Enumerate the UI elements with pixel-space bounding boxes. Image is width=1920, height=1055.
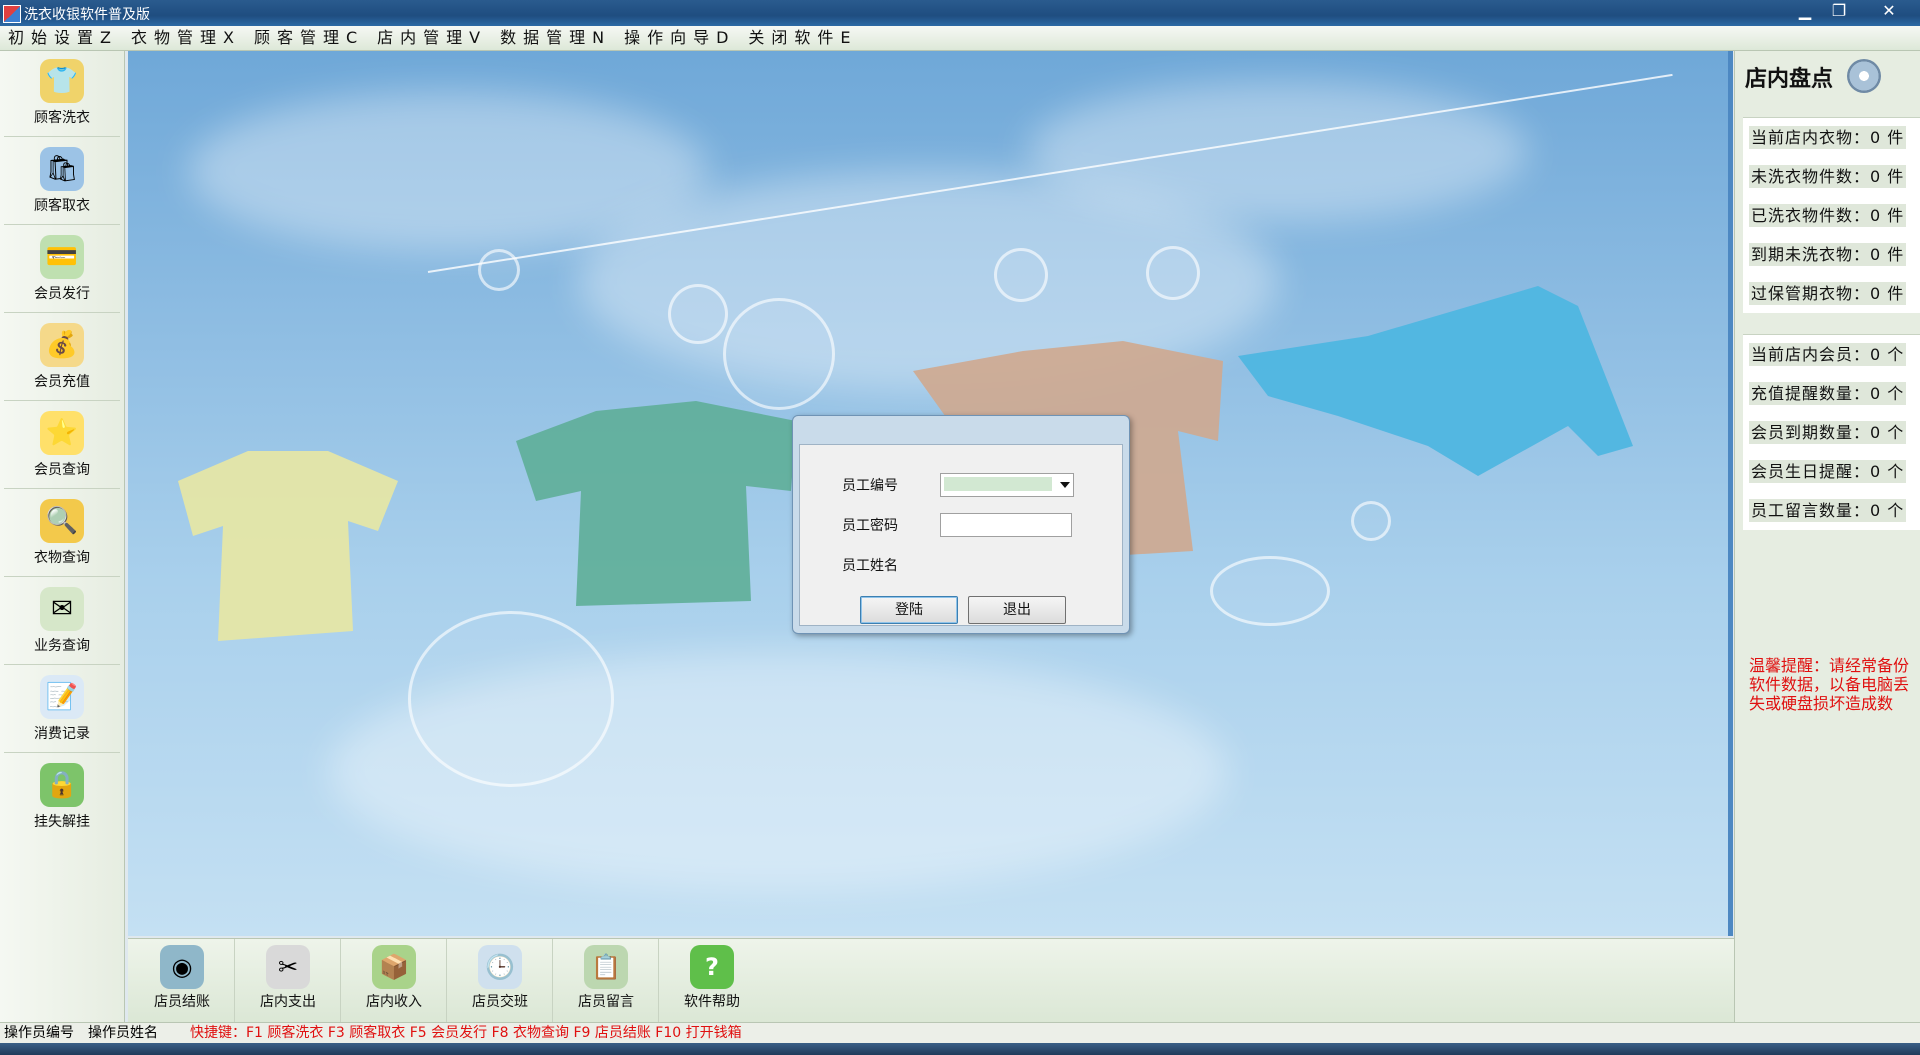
sidebar-item-label: 顾客洗衣 (34, 110, 90, 126)
disc-icon (1847, 59, 1881, 93)
toolbar-shift-handover[interactable]: 🕒 店员交班 (448, 939, 553, 1023)
menu-customer-management[interactable]: 顾客管理C (246, 26, 369, 50)
employee-id-label: 员工编号 (842, 478, 898, 494)
sidebar-item-member-issue[interactable]: 💳 会员发行 (4, 227, 120, 313)
sidebar-item-customer-wash[interactable]: 👕 顾客洗衣 (4, 51, 120, 137)
login-dialog: 员工编号 员工密码 员工姓名 登陆 退出 (792, 415, 1130, 634)
title-bar: 洗衣收银软件普及版 ▁ ❐ ✕ (0, 0, 1920, 26)
lock-icon: 🔒 (40, 763, 84, 807)
chevron-down-icon[interactable] (1060, 482, 1070, 488)
stat-current-clothes: 当前店内衣物：0 件 (1749, 126, 1907, 149)
stat-over-storage: 过保管期衣物：0 件 (1749, 282, 1907, 305)
login-button[interactable]: 登陆 (860, 596, 958, 624)
toolbar-software-help[interactable]: ? 软件帮助 (660, 939, 764, 1023)
left-sidebar: 👕 顾客洗衣 🛍 顾客取衣 💳 会员发行 💰 会员充值 ⭐ 会员查询 🔍 衣物查… (0, 51, 125, 1022)
operator-name-label: 操作员姓名 (88, 1025, 158, 1041)
toolbar-item-label: 店内收入 (366, 994, 422, 1010)
sidebar-item-report-loss[interactable]: 🔒 挂失解挂 (4, 755, 120, 840)
help-icon: ? (690, 945, 734, 989)
menu-operation-wizard[interactable]: 操作向导D (616, 26, 740, 50)
shortcut-hints: 快捷键：F1 顾客洗衣 F3 顾客取衣 F5 会员发行 F8 衣物查询 F9 店… (190, 1025, 742, 1041)
yellow-shirt-image (178, 451, 398, 641)
backup-reminder: 温馨提醒：请经常备份软件数据，以备电脑丢失或硬盘损坏造成数 (1749, 656, 1910, 713)
stat-washed-clothes: 已洗衣物件数：0 件 (1749, 204, 1907, 227)
sidebar-item-label: 会员充值 (34, 374, 90, 390)
stat-member-expiry: 会员到期数量：0 个 (1749, 421, 1907, 444)
sidebar-item-label: 衣物查询 (34, 550, 90, 566)
notebook-icon: 📝 (40, 675, 84, 719)
toolbar-item-label: 店员交班 (472, 994, 528, 1010)
taskbar (0, 1043, 1920, 1055)
sidebar-item-label: 顾客取衣 (34, 198, 90, 214)
stat-staff-messages: 员工留言数量：0 个 (1749, 499, 1907, 522)
star-icon: ⭐ (40, 411, 84, 455)
sidebar-item-label: 消费记录 (34, 726, 90, 742)
exit-button[interactable]: 退出 (968, 596, 1066, 624)
stat-unwashed-clothes: 未洗衣物件数：0 件 (1749, 165, 1907, 188)
menu-clothes-management[interactable]: 衣物管理X (123, 26, 246, 50)
toolbar-item-label: 店员留言 (578, 994, 634, 1010)
employee-name-label: 员工姓名 (842, 558, 898, 574)
employee-id-value (944, 477, 1052, 491)
menu-bar: 初始设置Z 衣物管理X 顾客管理C 店内管理V 数据管理N 操作向导D 关闭软件E (0, 26, 1920, 51)
sidebar-item-customer-pickup[interactable]: 🛍 顾客取衣 (4, 139, 120, 225)
menu-initial-settings[interactable]: 初始设置Z (0, 26, 123, 50)
envelope-icon: ✉ (40, 587, 84, 631)
magnifier-icon: 🔍 (40, 499, 84, 543)
minimize-button[interactable]: ▁ (1788, 0, 1822, 22)
coins-icon: 💰 (40, 323, 84, 367)
sidebar-item-business-query[interactable]: ✉ 业务查询 (4, 579, 120, 665)
stat-current-members: 当前店内会员：0 个 (1749, 343, 1907, 366)
toolbar-store-expense[interactable]: ✂ 店内支出 (236, 939, 341, 1023)
toolbar-clerk-checkout[interactable]: ◉ 店员结账 (130, 939, 235, 1023)
sidebar-item-member-query[interactable]: ⭐ 会员查询 (4, 403, 120, 489)
toolbar-item-label: 软件帮助 (684, 994, 740, 1010)
toolbar-item-label: 店内支出 (260, 994, 316, 1010)
operator-id-label: 操作员编号 (4, 1025, 74, 1041)
status-bar: 操作员编号 操作员姓名 快捷键：F1 顾客洗衣 F3 顾客取衣 F5 会员发行 … (0, 1022, 1920, 1043)
menu-store-management[interactable]: 店内管理V (369, 26, 492, 50)
toolbar-clerk-message[interactable]: 📋 店员留言 (554, 939, 659, 1023)
clock-icon: 🕒 (478, 945, 522, 989)
sidebar-item-label: 挂失解挂 (34, 814, 90, 830)
sidebar-item-label: 业务查询 (34, 638, 90, 654)
window-title: 洗衣收银软件普及版 (24, 7, 150, 23)
employee-password-input[interactable] (940, 513, 1072, 537)
stat-recharge-reminders: 充值提醒数量：0 个 (1749, 382, 1907, 405)
card-icon: 💳 (40, 235, 84, 279)
employee-id-combobox[interactable] (940, 473, 1074, 497)
menu-close-software[interactable]: 关闭软件E (740, 26, 862, 50)
clothes-stats-list: 当前店内衣物：0 件 未洗衣物件数：0 件 已洗衣物件数：0 件 到期未洗衣物：… (1743, 117, 1920, 313)
maximize-button[interactable]: ❐ (1822, 0, 1856, 22)
sidebar-item-label: 会员查询 (34, 462, 90, 478)
shirt-icon: 👕 (40, 59, 84, 103)
toolbar-store-income[interactable]: 📦 店内收入 (342, 939, 447, 1023)
bag-icon: 🛍 (40, 147, 84, 191)
green-shirt-image (516, 401, 796, 606)
memo-icon: 📋 (584, 945, 628, 989)
box-icon: 📦 (372, 945, 416, 989)
bottom-toolbar: ◉ 店员结账 ✂ 店内支出 📦 店内收入 🕒 店员交班 📋 店员留言 ? 软件帮… (128, 938, 1734, 1023)
blue-shirt-image (1238, 286, 1633, 476)
sidebar-item-label: 会员发行 (34, 286, 90, 302)
inventory-panel: 店内盘点 当前店内衣物：0 件 未洗衣物件数：0 件 已洗衣物件数：0 件 到期… (1734, 51, 1920, 1022)
menu-data-management[interactable]: 数据管理N (492, 26, 616, 50)
scissors-icon: ✂ (266, 945, 310, 989)
sidebar-item-member-recharge[interactable]: 💰 会员充值 (4, 315, 120, 401)
login-form: 员工编号 员工密码 员工姓名 登陆 退出 (799, 444, 1123, 626)
app-icon (3, 5, 21, 23)
toolbar-item-label: 店员结账 (154, 994, 210, 1010)
sidebar-item-consumption-records[interactable]: 📝 消费记录 (4, 667, 120, 753)
close-button[interactable]: ✕ (1872, 0, 1906, 22)
member-stats-list: 当前店内会员：0 个 充值提醒数量：0 个 会员到期数量：0 个 会员生日提醒：… (1743, 334, 1920, 530)
sidebar-item-clothes-query[interactable]: 🔍 衣物查询 (4, 491, 120, 577)
disc-icon: ◉ (160, 945, 204, 989)
inventory-title: 店内盘点 (1745, 67, 1834, 92)
employee-password-label: 员工密码 (842, 518, 898, 534)
stat-due-unwashed: 到期未洗衣物：0 件 (1749, 243, 1907, 266)
stat-birthday-reminders: 会员生日提醒：0 个 (1749, 460, 1907, 483)
